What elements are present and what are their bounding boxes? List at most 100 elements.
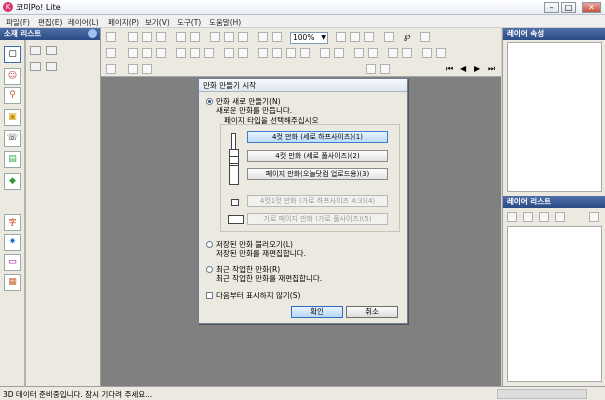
close-button[interactable]: ✕ [582, 2, 601, 13]
dont-show-label[interactable]: 다음부터 표시하지 않기(S) [216, 290, 300, 301]
material-up-button[interactable] [30, 62, 41, 71]
help-cursor-icon[interactable]: ℘ [404, 32, 414, 42]
layer-properties-title: 레이어 속성 [507, 29, 545, 38]
flip-v-icon[interactable] [238, 48, 248, 58]
image-material-icon[interactable]: ▤ [4, 151, 21, 168]
window-icon[interactable] [420, 32, 430, 42]
zoom-select[interactable]: 100% ▼ [290, 32, 328, 44]
layer-down-icon[interactable] [523, 212, 533, 222]
layer-up-icon[interactable] [507, 212, 517, 222]
select-frame-icon[interactable]: ▢ [4, 46, 21, 63]
grid-icon[interactable] [258, 32, 268, 42]
page-settings-icon[interactable] [366, 64, 376, 74]
frame-material-icon[interactable]: ▭ [4, 254, 21, 271]
menu-page[interactable]: 페이지(P) [108, 17, 139, 28]
menu-view[interactable]: 보기(V) [145, 17, 170, 28]
align-left-icon[interactable] [176, 48, 186, 58]
open-icon[interactable] [128, 32, 138, 42]
last-page-icon[interactable]: ⏭ [488, 64, 498, 74]
order-back-icon[interactable] [436, 48, 446, 58]
color-icon[interactable] [320, 48, 330, 58]
status-message: 3D 데이터 준비중입니다. 잠시 기다려 주세요... [3, 390, 153, 399]
copy-icon[interactable] [224, 32, 234, 42]
order-front-icon[interactable] [422, 48, 432, 58]
3d-object-icon[interactable]: ▣ [4, 109, 21, 126]
menu-layer[interactable]: 레이어(L) [68, 17, 99, 28]
layer-bottom-icon[interactable] [555, 212, 565, 222]
camera-reset-icon[interactable] [142, 64, 152, 74]
flip-h-icon[interactable] [224, 48, 234, 58]
main-toolbar: 100%▼ ℘ -- / -- ⏮ [101, 28, 501, 109]
layer-list-box[interactable] [507, 226, 602, 382]
3d-view-icon[interactable] [106, 64, 116, 74]
load-comic-radio[interactable] [206, 241, 213, 248]
cut-icon[interactable] [210, 32, 220, 42]
scene-icon[interactable]: ▦ [4, 274, 21, 291]
page-type-2-button[interactable]: 4컷 만화 (세로 풀사이즈)(2) [247, 150, 388, 162]
export-icon[interactable] [156, 32, 166, 42]
zoom-out-icon[interactable] [350, 32, 360, 42]
material-delete-button[interactable] [46, 46, 57, 55]
camera-icon[interactable] [258, 48, 268, 58]
print-icon[interactable] [106, 32, 116, 42]
text-material-icon[interactable]: 字 [4, 214, 21, 231]
paste-icon[interactable] [238, 32, 248, 42]
pose-icon[interactable] [286, 48, 296, 58]
recent-comic-radio[interactable] [206, 266, 213, 273]
material-down-button[interactable] [46, 62, 57, 71]
progress-indicator [497, 389, 587, 399]
fullscreen-icon[interactable] [384, 32, 394, 42]
ok-button[interactable]: 확인 [291, 306, 343, 318]
trash-icon[interactable] [589, 212, 599, 222]
start-comic-dialog: 만화 만들기 시작 만화 새로 만들기(N) 새로운 만화를 만듭니다. 페이지… [198, 78, 408, 324]
menu-file[interactable]: 파일(F) [6, 17, 30, 28]
page-type-1-button[interactable]: 4컷 만화 (세로 하프사이즈)(1) [247, 131, 388, 143]
new-comic-radio[interactable] [206, 98, 213, 105]
dont-show-checkbox[interactable] [206, 292, 213, 299]
minimize-button[interactable]: – [544, 2, 559, 13]
layer-properties-box [507, 42, 602, 192]
prev-page-icon[interactable]: ◀ [460, 64, 470, 74]
line-icon[interactable] [334, 48, 344, 58]
next-page-icon[interactable]: ▶ [474, 64, 484, 74]
figure-pose-icon[interactable]: ⚲ [4, 87, 21, 104]
zoom-in-icon[interactable] [336, 32, 346, 42]
ungroup-icon[interactable] [368, 48, 378, 58]
page-add-icon[interactable] [380, 64, 390, 74]
speech-balloon-icon[interactable]: ☏ [4, 130, 21, 147]
expression-icon[interactable] [300, 48, 310, 58]
menu-tools[interactable]: 도구(T) [177, 17, 201, 28]
align-right-icon[interactable] [204, 48, 214, 58]
menu-edit[interactable]: 편집(E) [38, 17, 62, 28]
scale-icon[interactable] [156, 48, 166, 58]
character-icon[interactable]: ☺ [4, 68, 21, 85]
material-small-button[interactable] [30, 46, 41, 55]
light-icon[interactable] [272, 48, 282, 58]
recent-comic-desc: 최근 작업한 만화를 재편집합니다. [216, 274, 323, 283]
panel-help-icon[interactable] [88, 29, 97, 38]
fit-page-icon[interactable] [364, 32, 374, 42]
perspective-icon[interactable] [128, 64, 138, 74]
page-type-3-button[interactable]: 페이지 만화(오늘닷컴 업로드용)(3) [247, 168, 388, 180]
maximize-button[interactable]: □ [561, 2, 576, 13]
first-page-icon[interactable]: ⏮ [446, 64, 456, 74]
redo-icon[interactable] [190, 32, 200, 42]
cancel-button[interactable]: 취소 [346, 306, 398, 318]
toolbar-row-1: 100% ▼ ℘ [103, 30, 499, 45]
visibility-icon[interactable] [402, 48, 412, 58]
material-list-panel: 소재 리스트 ▢ ☺ ⚲ ▣ ☏ ▤ ◆ 字 ✷ ▭ ▦ [0, 28, 101, 386]
rotate-icon[interactable] [142, 48, 152, 58]
effect-icon[interactable]: ✷ [4, 234, 21, 251]
menu-help[interactable]: 도움말(H) [209, 17, 241, 28]
undo-icon[interactable] [176, 32, 186, 42]
move-icon[interactable] [128, 48, 138, 58]
group-icon[interactable] [354, 48, 364, 58]
save-icon[interactable] [142, 32, 152, 42]
app-logo-icon: K [3, 2, 13, 12]
lock-icon[interactable] [388, 48, 398, 58]
layer-top-icon[interactable] [539, 212, 549, 222]
background-cube-icon[interactable]: ◆ [4, 173, 21, 190]
guide-icon[interactable] [272, 32, 282, 42]
align-center-icon[interactable] [190, 48, 200, 58]
3d-toggle-icon[interactable] [106, 48, 116, 58]
